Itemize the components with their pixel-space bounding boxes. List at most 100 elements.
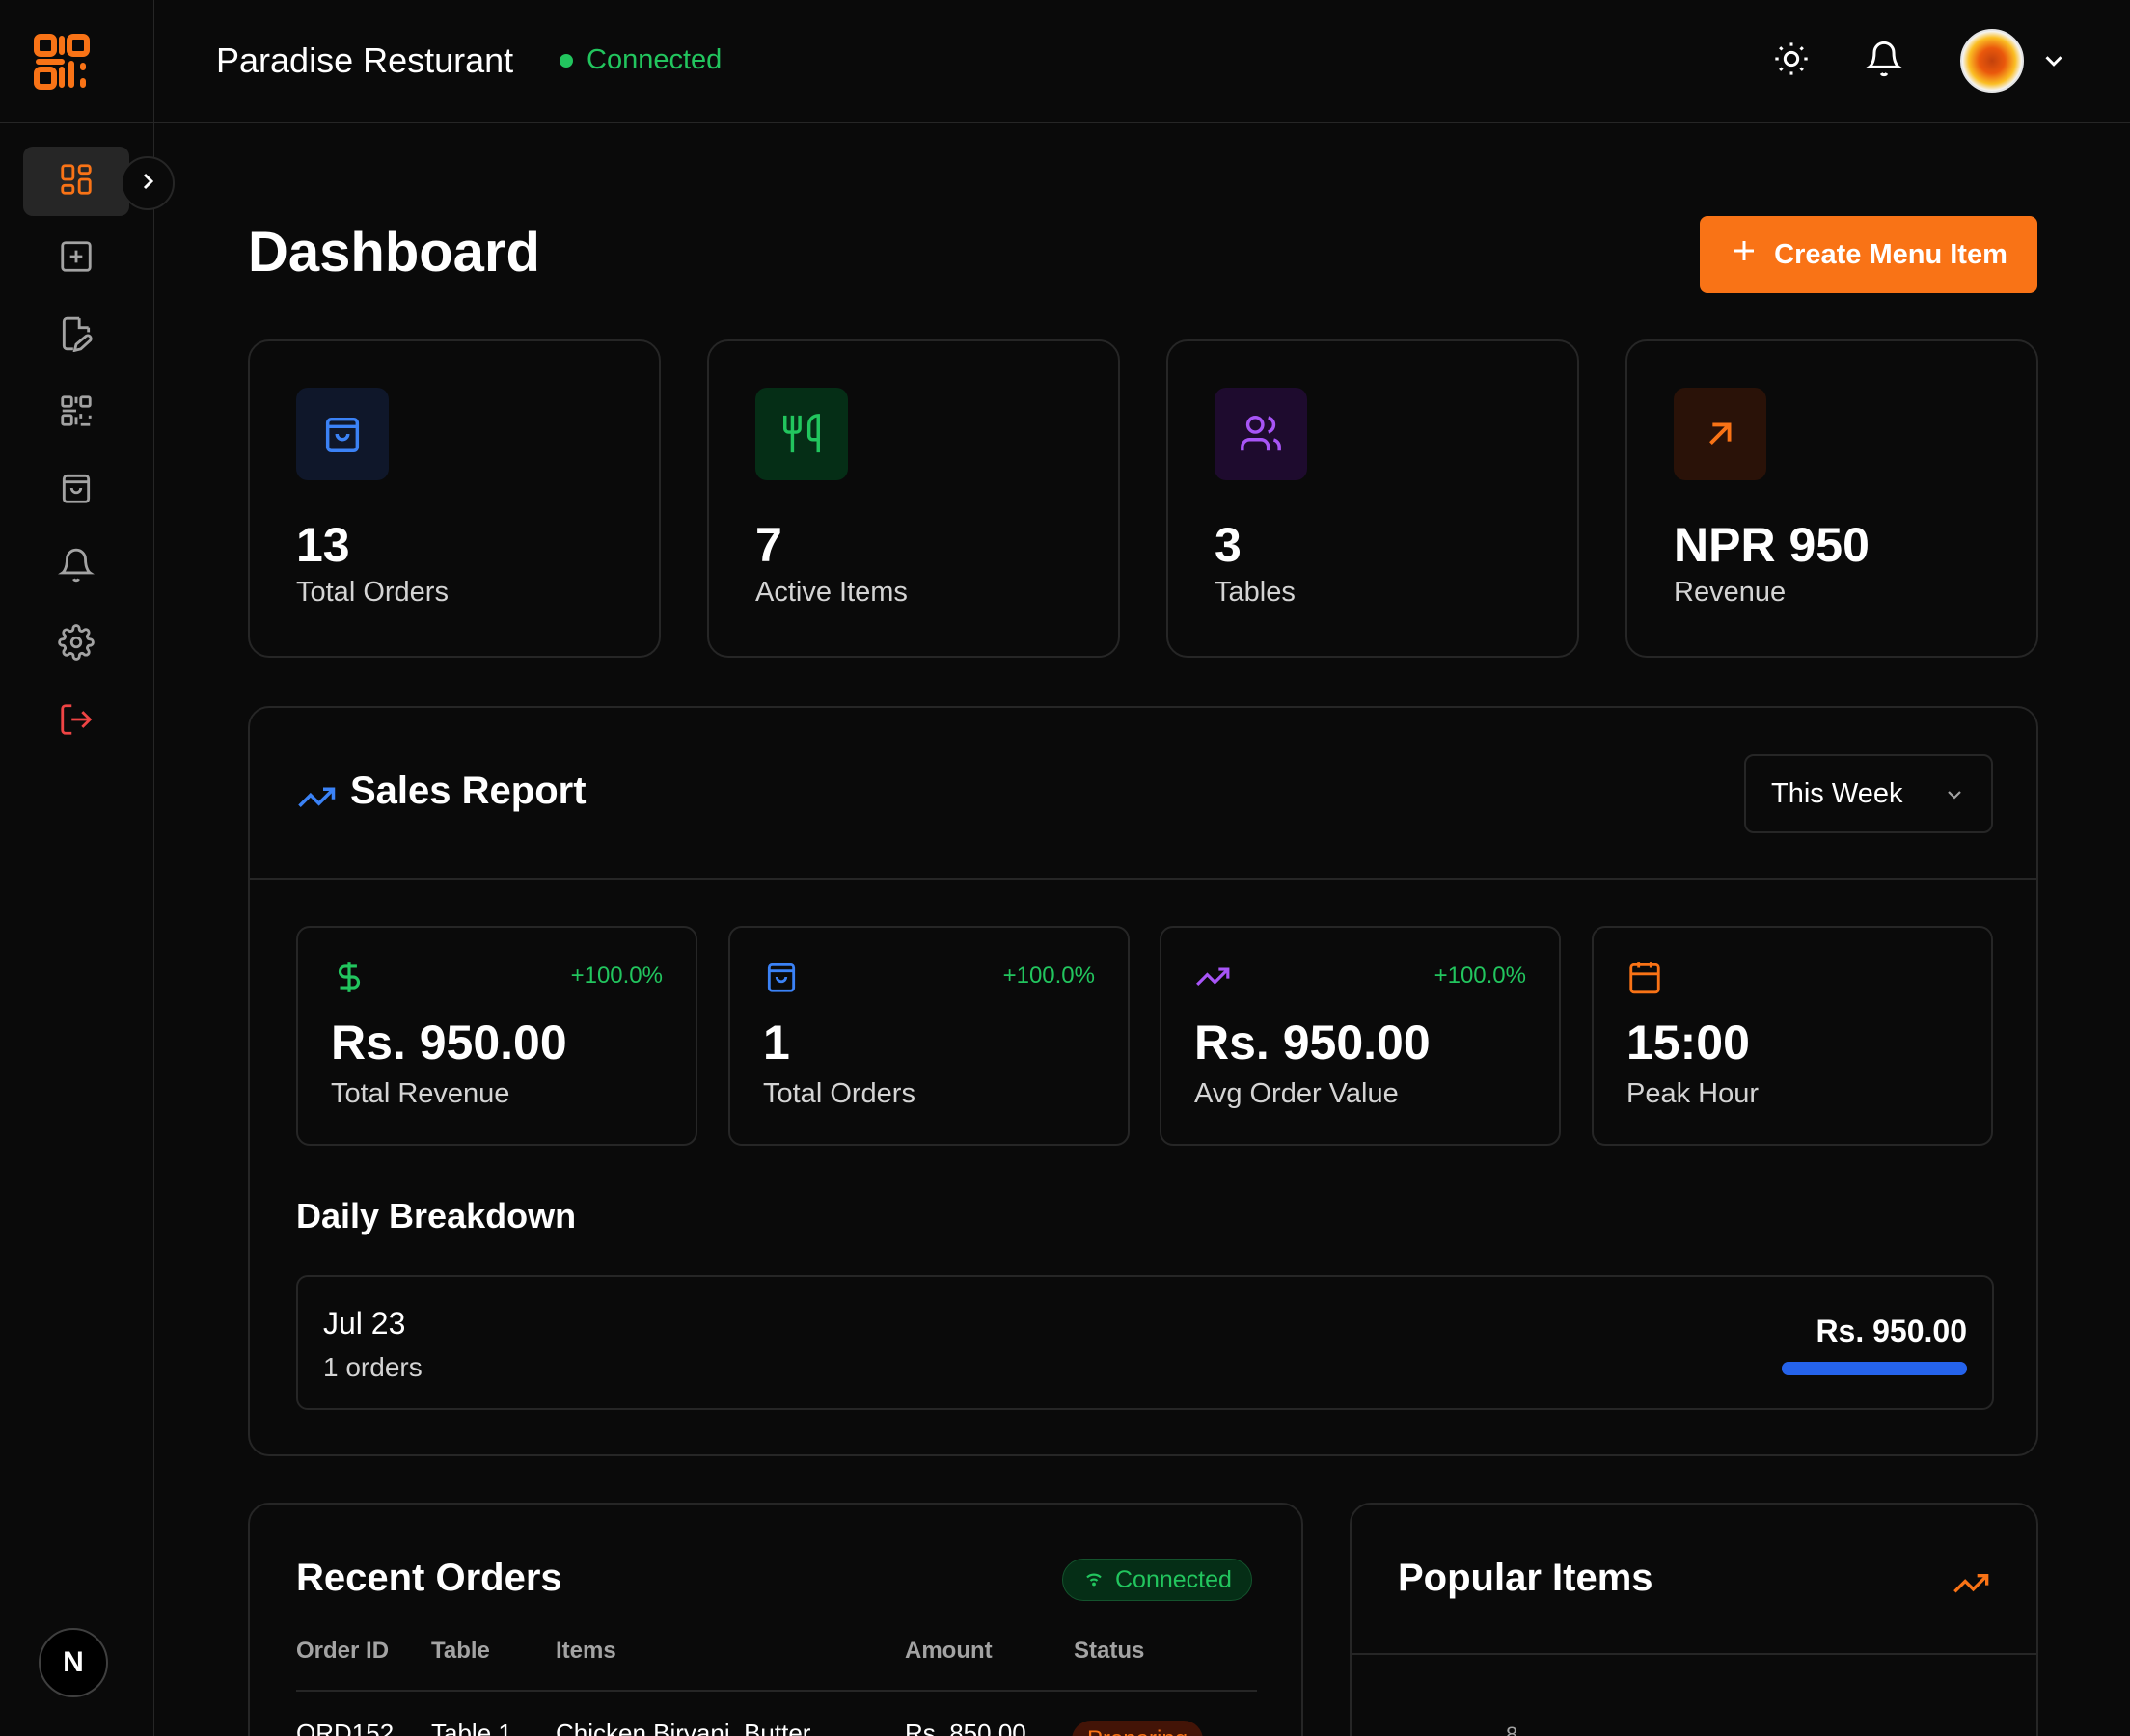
cell-table: Table 1 <box>431 1719 512 1736</box>
metric-label: Total Revenue <box>331 1078 510 1109</box>
stat-label: Active Items <box>755 577 908 608</box>
recent-orders-title: Recent Orders <box>296 1557 562 1599</box>
column-header-amount[interactable]: Amount <box>905 1638 993 1665</box>
create-menu-item-label: Create Menu Item <box>1774 238 2007 270</box>
theme-toggle-button[interactable] <box>1767 37 1816 85</box>
metric-change: +100.0% <box>570 963 663 989</box>
metric-peak-hour: 15:00 Peak Hour <box>1592 926 1993 1146</box>
stat-label: Total Orders <box>296 577 449 608</box>
top-header: Paradise Resturant Connected <box>154 0 2130 123</box>
day-orders: 1 orders <box>323 1352 423 1382</box>
trending-up-icon <box>1952 1564 1990 1603</box>
sales-report-divider <box>250 878 2036 880</box>
column-header-status[interactable]: Status <box>1074 1638 1144 1665</box>
stat-value: 13 <box>296 518 350 572</box>
logout-icon <box>58 701 95 743</box>
utensils-icon <box>755 388 848 480</box>
day-date: Jul 23 <box>323 1306 406 1341</box>
metric-change: +100.0% <box>1002 963 1095 989</box>
stat-label: Tables <box>1215 577 1296 608</box>
metric-label: Peak Hour <box>1626 1078 1760 1109</box>
day-revenue-bar <box>1782 1362 1967 1375</box>
orders-connection-badge: Connected <box>1062 1559 1252 1601</box>
users-icon <box>1215 388 1307 480</box>
sidebar-item-orders[interactable] <box>23 455 129 525</box>
next-badge-letter: N <box>63 1646 84 1678</box>
stat-card-revenue: NPR 950 Revenue <box>1625 339 2038 658</box>
restaurant-name: Paradise Resturant <box>216 41 514 80</box>
orders-connection-label: Connected <box>1115 1565 1232 1593</box>
next-badge[interactable]: N <box>39 1628 108 1697</box>
settings-icon <box>58 623 95 665</box>
dashboard-icon <box>58 161 95 203</box>
connection-status-label: Connected <box>587 44 723 75</box>
stat-card-active-items: 7 Active Items <box>707 339 1120 658</box>
page-title: Dashboard <box>248 221 540 284</box>
sidebar-divider <box>0 122 154 123</box>
sales-report-title: Sales Report <box>350 770 587 812</box>
qr-logo-icon[interactable] <box>33 33 91 91</box>
notifications-button[interactable] <box>1860 37 1908 85</box>
calendar-icon <box>1626 959 1663 995</box>
trending-up-icon <box>296 777 337 818</box>
metric-avg-order-value: +100.0% Rs. 950.00 Avg Order Value <box>1160 926 1561 1146</box>
cell-order-id: ORD152 <box>296 1719 395 1736</box>
day-revenue-bar-fill <box>1782 1362 1967 1375</box>
plus-square-icon <box>58 238 95 280</box>
stat-value: 7 <box>755 518 782 572</box>
sidebar-item-settings[interactable] <box>23 610 129 679</box>
metric-value: Rs. 950.00 <box>331 1016 567 1070</box>
sales-report-card: Sales Report This Week +100.0% Rs. 950.0… <box>248 706 2038 1456</box>
bell-icon <box>1865 40 1903 83</box>
metric-label: Total Orders <box>763 1078 915 1109</box>
shopping-bag-icon <box>763 959 800 995</box>
period-select-value: This Week <box>1771 777 1903 809</box>
recent-orders-card: Recent Orders Connected Order ID Table I… <box>248 1503 1303 1736</box>
connection-status: Connected <box>560 44 722 76</box>
file-edit-icon <box>58 315 95 357</box>
sun-icon <box>1772 40 1811 83</box>
sidebar-item-logout[interactable] <box>23 687 129 756</box>
status-badge: Preparing <box>1072 1721 1204 1736</box>
metric-total-revenue: +100.0% Rs. 950.00 Total Revenue <box>296 926 697 1146</box>
stat-card-tables: 3 Tables <box>1166 339 1579 658</box>
chevron-down-icon[interactable] <box>2039 46 2068 75</box>
sidebar-item-notifications[interactable] <box>23 532 129 602</box>
sidebar-nav <box>23 147 131 764</box>
sidebar-expand-button[interactable] <box>121 156 175 210</box>
metric-label: Avg Order Value <box>1194 1078 1399 1109</box>
popular-items-card: Popular Items 8 <box>1350 1503 2038 1736</box>
arrow-up-right-icon <box>1674 388 1766 480</box>
shopping-bag-icon <box>58 470 95 511</box>
sidebar-item-dashboard[interactable] <box>23 147 129 216</box>
sidebar: N <box>0 0 154 1736</box>
plus-icon <box>1730 236 1759 273</box>
daily-breakdown-title: Daily Breakdown <box>296 1196 577 1235</box>
period-select[interactable]: This Week <box>1744 754 1993 833</box>
daily-breakdown-row: Jul 23 1 orders Rs. 950.00 <box>296 1275 1994 1410</box>
sidebar-item-add[interactable] <box>23 224 129 293</box>
cell-items: Chicken Biryani, Butter <box>556 1719 811 1736</box>
day-amount: Rs. 950.00 <box>1816 1314 1967 1348</box>
status-dot <box>560 53 573 68</box>
qr-code-icon <box>58 393 95 434</box>
metric-value: 15:00 <box>1626 1016 1750 1070</box>
chevron-down-icon <box>1948 791 1961 800</box>
column-header-table[interactable]: Table <box>431 1638 490 1665</box>
bell-icon <box>58 547 95 588</box>
column-header-order-id[interactable]: Order ID <box>296 1638 389 1665</box>
create-menu-item-button[interactable]: Create Menu Item <box>1700 216 2037 293</box>
user-avatar[interactable] <box>1960 29 2024 93</box>
metric-change: +100.0% <box>1434 963 1526 989</box>
metric-value: Rs. 950.00 <box>1194 1016 1431 1070</box>
metric-total-orders: +100.0% 1 Total Orders <box>728 926 1130 1146</box>
table-header-divider <box>296 1690 1257 1692</box>
trending-up-icon <box>1194 959 1231 995</box>
stat-card-total-orders: 13 Total Orders <box>248 339 661 658</box>
chevron-right-icon <box>136 170 159 198</box>
popular-items-divider <box>1352 1653 2036 1655</box>
column-header-items[interactable]: Items <box>556 1638 616 1665</box>
sidebar-item-qr[interactable] <box>23 378 129 448</box>
cell-amount: Rs. 850.00 <box>905 1719 1026 1736</box>
sidebar-item-menu[interactable] <box>23 301 129 370</box>
